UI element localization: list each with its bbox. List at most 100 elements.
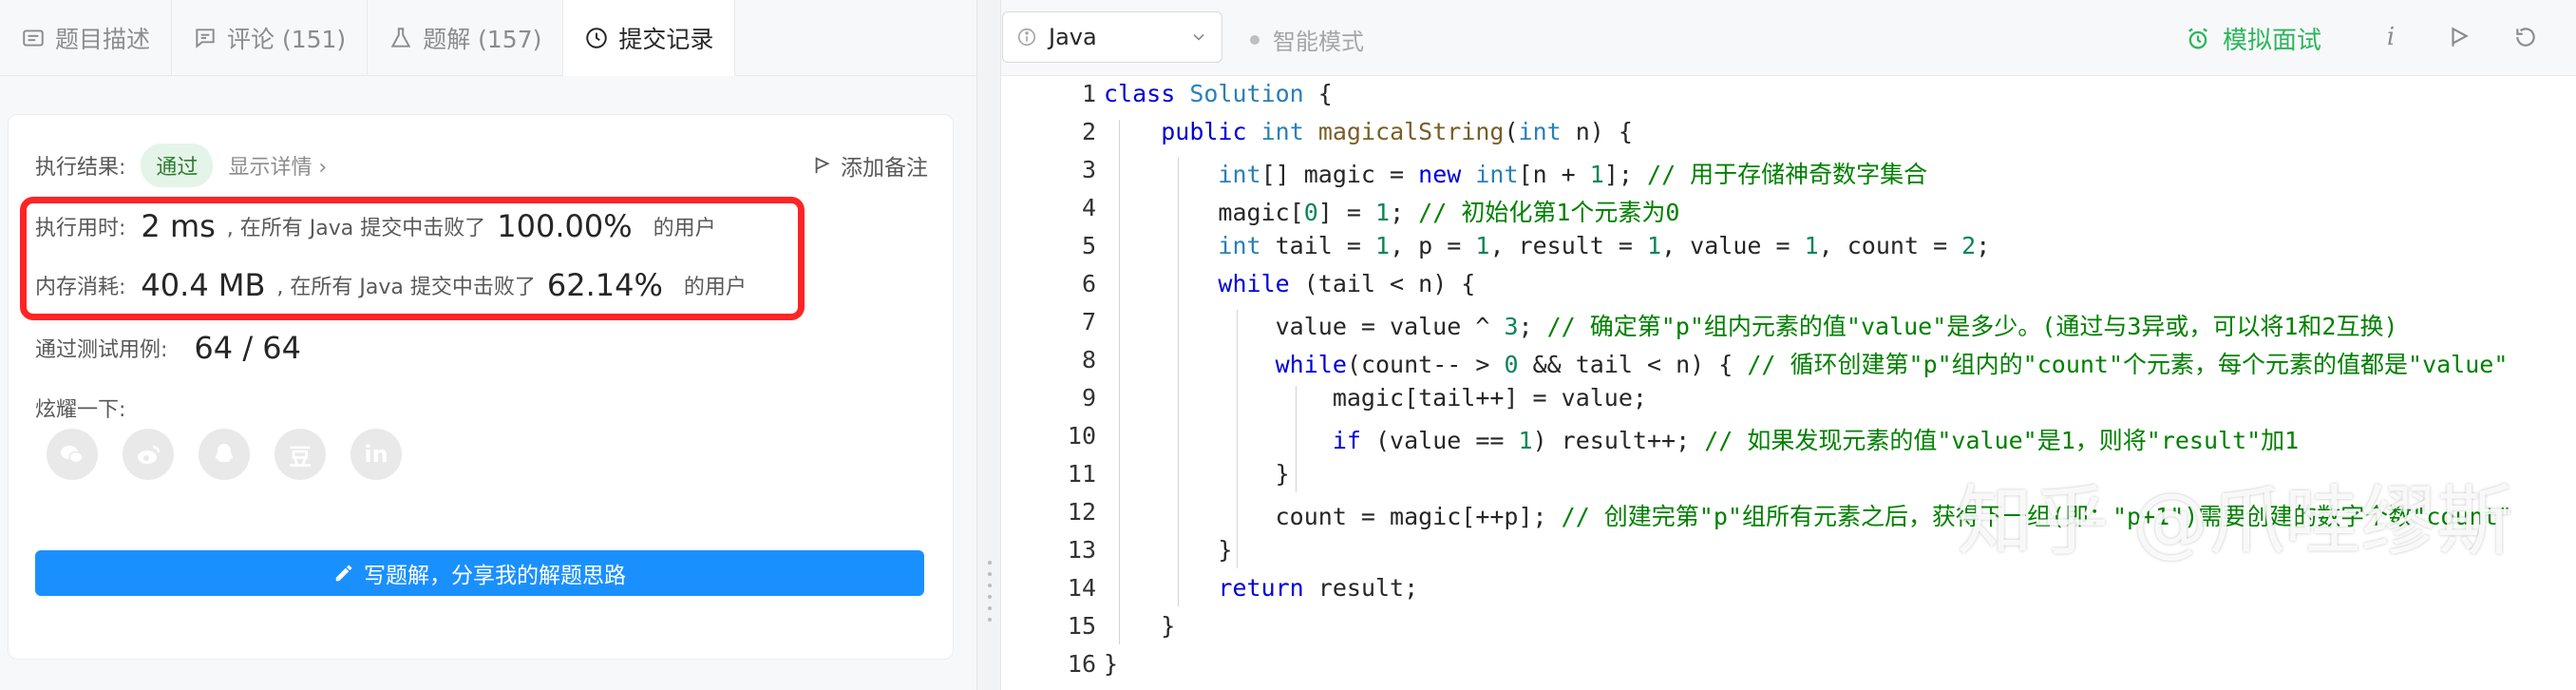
tab-label: 提交记录 xyxy=(618,25,714,53)
line-number: 2 xyxy=(1081,118,1096,145)
run-icon[interactable] xyxy=(2445,23,2473,51)
tab-label: 题解 (157) xyxy=(423,26,542,53)
memory-value: 40.4 MB xyxy=(141,267,266,303)
runtime-value: 2 ms xyxy=(141,208,216,244)
share-label: 炫耀一下: xyxy=(35,398,126,422)
dot-icon xyxy=(1250,34,1260,45)
weibo-icon[interactable] xyxy=(123,429,174,480)
wechat-glyph xyxy=(61,446,84,464)
indent-guide xyxy=(1178,158,1179,606)
watermark: 知乎 @爪哇缪斯 xyxy=(1957,477,2513,565)
line-number: 3 xyxy=(1081,156,1096,183)
line-number: 4 xyxy=(1081,194,1096,221)
indent-guide xyxy=(1296,386,1297,492)
qq-glyph xyxy=(216,444,233,462)
language-select[interactable]: Java xyxy=(1002,11,1222,63)
code-line: value = value ^ 3; // 确定第"p"组内元素的值"value… xyxy=(1104,313,2398,340)
clock-icon xyxy=(586,27,608,48)
tab-description[interactable]: 题目描述 xyxy=(0,0,173,76)
linkedin-icon[interactable]: in xyxy=(350,429,402,480)
share-icons: 豆 in xyxy=(47,429,402,480)
line-number: 12 xyxy=(1067,498,1096,526)
grip-dot xyxy=(988,606,992,610)
pane-resize-handle[interactable] xyxy=(976,0,1001,690)
code-line: return result; xyxy=(1218,574,1419,602)
line-number: 8 xyxy=(1081,346,1096,374)
line-number-gutter: 1 2 3 4 5 6 7 8 9 10 11 12 13 14 15 16 xyxy=(1001,76,1096,690)
submission-result-card: 执行结果: 通过 显示详情 › 添加备注 执行用时: 2 ms , 在所有 Ja… xyxy=(8,114,954,660)
flag-icon xyxy=(815,157,830,174)
write-solution-button[interactable]: 写题解，分享我的解题思路 xyxy=(35,550,924,596)
reset-glyph xyxy=(2516,28,2535,47)
grip-dot xyxy=(988,572,992,576)
language-value: Java xyxy=(1049,24,1097,50)
linkedin-glyph: in xyxy=(364,441,388,468)
mock-interview-button[interactable]: 模拟面试 xyxy=(2185,21,2321,56)
line-number: 9 xyxy=(1081,384,1096,412)
memory-description: , 在所有 Java 提交中击败了 xyxy=(276,276,536,299)
memory-percentile: 62.14% xyxy=(546,267,663,303)
douban-icon[interactable]: 豆 xyxy=(275,429,326,480)
result-row: 执行结果: 通过 显示详情 › xyxy=(35,144,327,187)
memory-suffix: 的用户 xyxy=(683,276,747,299)
reset-icon[interactable] xyxy=(2511,23,2540,51)
tab-solutions[interactable]: 题解 (157) xyxy=(368,0,564,76)
grip-dot xyxy=(988,561,992,565)
smart-mode-label: 智能模式 xyxy=(1273,29,1364,55)
runtime-label: 执行用时: xyxy=(35,217,126,240)
line-number: 16 xyxy=(1067,650,1096,678)
add-note-label: 添加备注 xyxy=(841,156,928,181)
tab-label: 题目描述 xyxy=(55,26,151,53)
code-line: while(count-- > 0 && tail < n) { // 循环创建… xyxy=(1275,351,2509,378)
share-row: 炫耀一下: xyxy=(35,393,125,423)
info-italic-icon[interactable]: i xyxy=(2377,23,2405,51)
memory-row: 内存消耗: 40.4 MB , 在所有 Java 提交中击败了 62.14% 的… xyxy=(35,267,747,303)
tab-submissions[interactable]: 提交记录 xyxy=(563,0,736,76)
line-number: 13 xyxy=(1067,536,1096,564)
flag-outline-glyph xyxy=(2452,27,2469,47)
code-line: public int magicalString(int n) { xyxy=(1161,118,1633,145)
code-line: int tail = 1, p = 1, result = 1, value =… xyxy=(1218,232,1991,259)
description-icon xyxy=(23,29,44,47)
show-details-link[interactable]: 显示详情 › xyxy=(228,150,327,181)
tab-label: 评论 (151) xyxy=(227,26,347,53)
line-number: 6 xyxy=(1081,270,1096,297)
flask-icon xyxy=(390,28,411,48)
indent-guide xyxy=(1237,310,1238,568)
tests-row: 通过测试用例: 64 / 64 xyxy=(35,330,313,366)
wechat-icon[interactable] xyxy=(47,429,98,480)
qq-icon[interactable] xyxy=(199,429,250,480)
line-number: 14 xyxy=(1067,574,1096,602)
line-number: 10 xyxy=(1067,422,1096,450)
code-line: magic[tail++] = value; xyxy=(1104,384,1647,412)
line-number: 5 xyxy=(1081,232,1096,259)
grip-dot xyxy=(988,595,992,599)
runtime-row: 执行用时: 2 ms , 在所有 Java 提交中击败了 100.00% 的用户 xyxy=(35,208,716,244)
chevron-down-icon xyxy=(1193,33,1204,41)
pencil-icon xyxy=(335,565,352,582)
code-line: } xyxy=(1104,612,1176,640)
line-number: 1 xyxy=(1081,80,1096,107)
tests-label: 通过测试用例: xyxy=(35,338,168,362)
runtime-percentile: 100.00% xyxy=(497,208,633,244)
tests-value: 64 / 64 xyxy=(194,330,301,366)
code-editor[interactable]: 1 2 3 4 5 6 7 8 9 10 11 12 13 14 15 16 class Solution {… xyxy=(1001,76,2576,690)
runtime-suffix: 的用户 xyxy=(653,217,716,240)
line-number: 11 xyxy=(1067,460,1096,488)
mock-interview-label: 模拟面试 xyxy=(2223,27,2322,55)
code-line: } xyxy=(1104,460,1290,488)
code-line: class Solution { xyxy=(1104,80,1333,107)
line-number: 7 xyxy=(1081,308,1096,335)
code-line: if (value == 1) result++; // 如果发现元素的值"va… xyxy=(1332,427,2300,454)
line-number: 15 xyxy=(1067,612,1096,640)
alarm-clock-icon xyxy=(2188,28,2207,49)
code-line: int[] magic = new int[n + 1]; // 用于存储神奇数… xyxy=(1218,161,1928,188)
code-line: while (tail < n) { xyxy=(1218,270,1476,297)
problem-tabs: 题目描述 评论 (151) 题解 (157) 提交记录 xyxy=(0,0,976,76)
comment-icon xyxy=(196,29,215,48)
editor-pane: Java 智能模式 模拟面试 i 1 2 3 4 5 6 7 8 9 10 11 12 13 14 15 16… xyxy=(1001,0,2576,690)
write-solution-label: 写题解，分享我的解题思路 xyxy=(364,564,626,588)
add-note-button[interactable]: 添加备注 xyxy=(812,149,928,182)
smart-mode-toggle[interactable]: 智能模式 xyxy=(1250,23,1364,56)
tab-comments[interactable]: 评论 (151) xyxy=(172,0,369,76)
